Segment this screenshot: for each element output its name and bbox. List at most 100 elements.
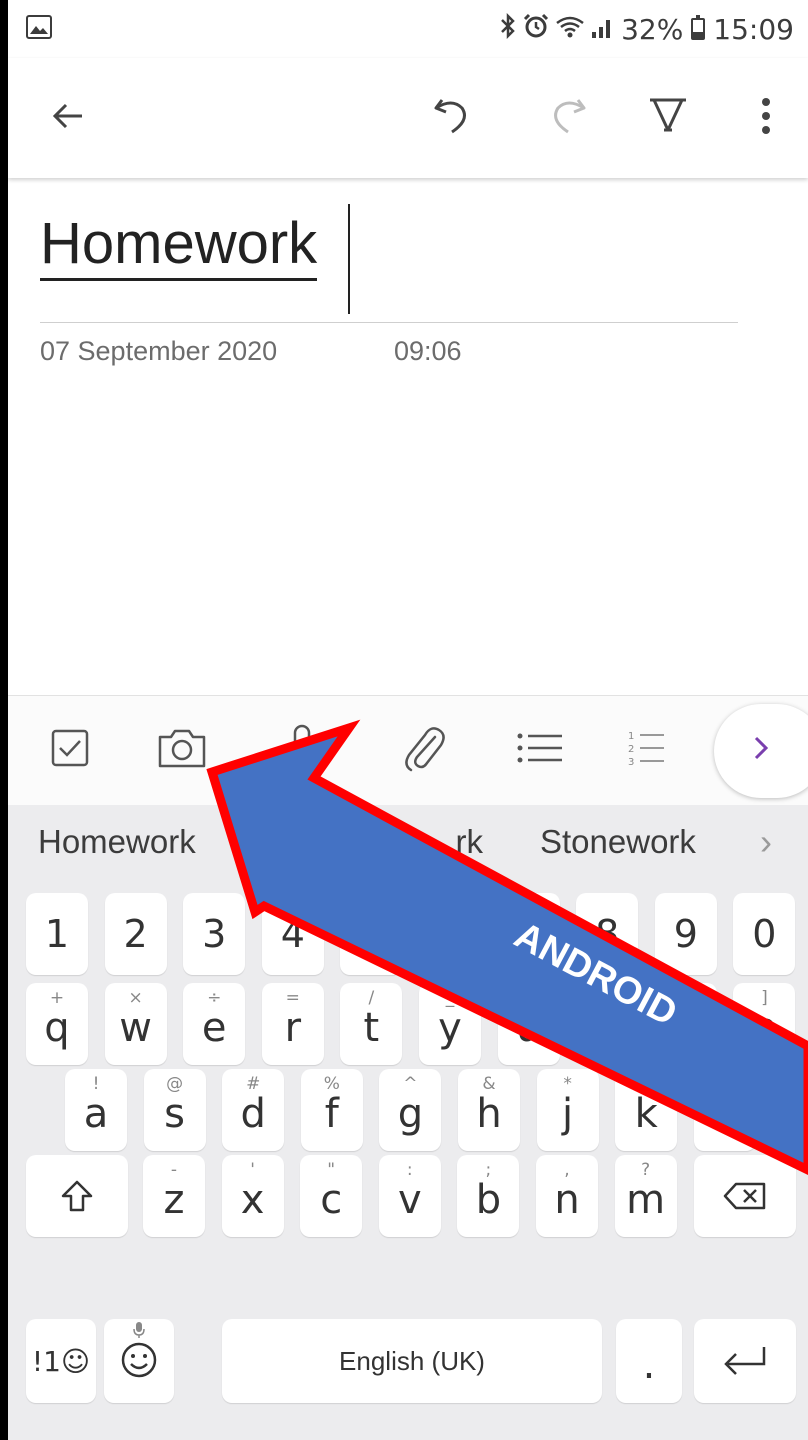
back-button[interactable] (38, 86, 98, 146)
key-label: 3 (202, 912, 227, 956)
undo-button[interactable] (422, 86, 482, 146)
numbered-list-button[interactable]: 1 2 3 (614, 716, 678, 780)
camera-button[interactable] (150, 716, 214, 780)
attachment-button[interactable] (392, 716, 456, 780)
key-label: j (562, 1091, 574, 1137)
key-label: q (44, 1005, 70, 1051)
status-bar: 32% 15:09 (8, 0, 808, 58)
key-label: k (634, 1091, 658, 1137)
draw-button[interactable] (638, 86, 698, 146)
suggestion-2[interactable]: ...rk (428, 823, 483, 861)
key-t[interactable]: / t (340, 983, 403, 1065)
pen-icon (650, 98, 686, 132)
status-time: 15:09 (713, 12, 794, 46)
key-u[interactable]: < u (497, 983, 560, 1065)
key-a[interactable]: ! a (65, 1069, 127, 1151)
undo-icon (434, 99, 466, 134)
key-2[interactable]: 2 (104, 893, 167, 975)
key-q[interactable]: + q (26, 983, 88, 1065)
battery-percent: 32% (621, 12, 684, 46)
suggestion-1[interactable]: Homework (38, 823, 196, 861)
key-label: n (554, 1177, 580, 1223)
status-right: 32% 15:09 (499, 12, 794, 46)
key-label: b (475, 1177, 502, 1223)
chevron-right-icon (752, 732, 770, 771)
key-l[interactable]: ) l (693, 1069, 756, 1151)
key-label: l (719, 1091, 731, 1137)
key-6[interactable]: 6 (419, 893, 481, 975)
key-label: r (284, 1005, 302, 1051)
key-label: 0 (752, 912, 777, 956)
key-n[interactable]: ,n (536, 1155, 598, 1237)
gallery-notification-icon (26, 13, 52, 46)
space-bar[interactable]: English (UK) (222, 1319, 602, 1403)
note-title[interactable]: Homework (40, 212, 318, 281)
symbols-key[interactable]: !1☺ (26, 1319, 96, 1403)
key-8[interactable]: 8 (576, 893, 639, 975)
note-time: 09:06 (394, 336, 462, 366)
key-o[interactable]: [o (654, 983, 717, 1065)
key-5[interactable]: 5 (340, 893, 403, 975)
key-r[interactable]: = r (261, 983, 324, 1065)
key-e[interactable]: ÷ e (183, 983, 246, 1065)
key-label: z (163, 1177, 185, 1223)
emoji-icon (120, 1341, 158, 1389)
key-v[interactable]: :v (378, 1155, 441, 1237)
key-m[interactable]: ? m (614, 1155, 677, 1237)
more-tools-button[interactable] (714, 704, 808, 798)
key-4[interactable]: 4 (261, 893, 324, 975)
key-1[interactable]: 1 (26, 893, 88, 975)
key-g[interactable]: ^ g (379, 1069, 442, 1151)
suggestion-bar: Homework ...rk Stonework › (8, 805, 808, 883)
checkbox-button[interactable] (38, 716, 102, 780)
key-9[interactable]: 9 (654, 893, 717, 975)
key-z[interactable]: -z (143, 1155, 205, 1237)
numbered-list-icon: 1 2 3 (628, 731, 664, 768)
bluetooth-icon (499, 12, 517, 46)
key-0[interactable]: 0 (733, 893, 796, 975)
app-bar (8, 58, 808, 178)
key-label: a (83, 1091, 109, 1137)
key-y[interactable]: _ y (419, 983, 481, 1065)
key-k[interactable]: (k (615, 1069, 678, 1151)
key-d[interactable]: # d (222, 1069, 285, 1151)
overflow-menu-icon (762, 98, 770, 134)
period-key[interactable]: . (616, 1319, 682, 1403)
bullet-list-button[interactable] (508, 716, 572, 780)
key-x[interactable]: ' x (221, 1155, 284, 1237)
suggestion-3[interactable]: Stonework (540, 823, 696, 861)
key-7[interactable]: 7 (497, 893, 560, 975)
emoji-key[interactable] (104, 1319, 174, 1403)
key-label: o (673, 1005, 699, 1051)
key-f[interactable]: % f (300, 1069, 363, 1151)
key-c[interactable]: " c (300, 1155, 363, 1237)
backspace-key[interactable] (694, 1155, 796, 1237)
phone-screen: 32% 15:09 Homework 07 September 2020 09:… (8, 0, 808, 1440)
key-w[interactable]: × w (104, 983, 167, 1065)
key-h[interactable]: & h (458, 1069, 520, 1151)
key-label: f (324, 1091, 339, 1137)
overflow-menu-button[interactable] (736, 86, 796, 146)
key-label: g (397, 1091, 424, 1137)
enter-key[interactable] (694, 1319, 796, 1403)
key-label: x (240, 1177, 265, 1223)
microphone-button[interactable] (270, 716, 334, 780)
key-b[interactable]: ; b (457, 1155, 520, 1237)
svg-text:1: 1 (628, 731, 634, 742)
redo-button[interactable] (538, 86, 598, 146)
svg-text:3: 3 (628, 757, 634, 768)
status-icons (499, 12, 613, 46)
bullet-list-icon (517, 733, 562, 763)
key-label: 4 (280, 912, 305, 956)
key-s[interactable]: @ s (143, 1069, 206, 1151)
key-j[interactable]: * j (536, 1069, 599, 1151)
redo-icon (554, 99, 586, 134)
battery-icon (691, 15, 706, 40)
key-label: 2 (123, 912, 148, 956)
shift-key[interactable] (26, 1155, 128, 1237)
suggestions-expand-icon[interactable]: › (760, 821, 772, 863)
key-i[interactable]: > i (576, 983, 639, 1065)
microphone-icon (286, 724, 318, 770)
key-3[interactable]: 3 (183, 893, 246, 975)
key-p[interactable]: ] p (733, 983, 796, 1065)
